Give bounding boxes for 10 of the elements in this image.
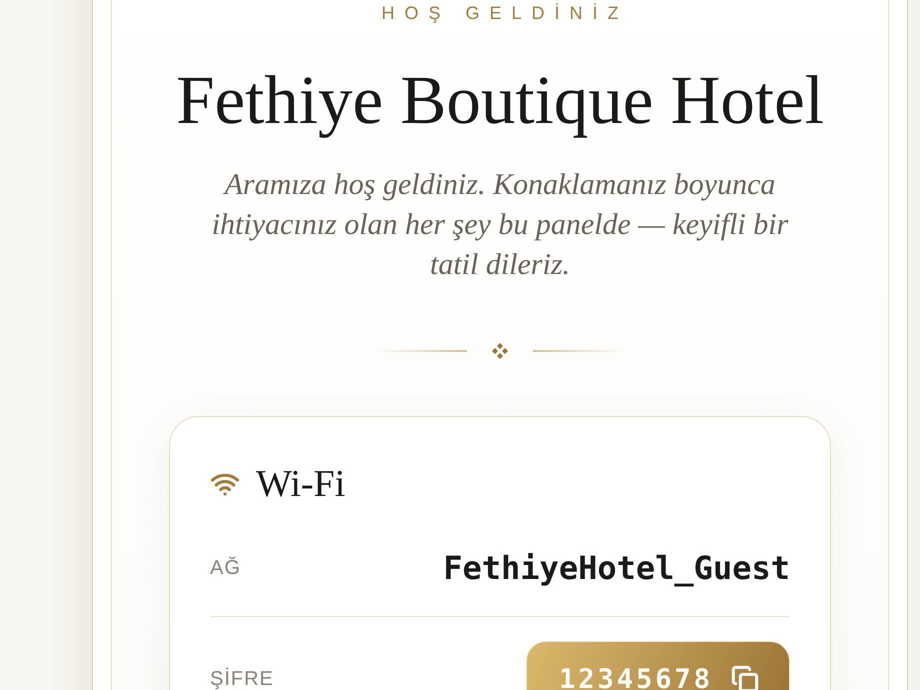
field-label: AĞ: [210, 556, 241, 580]
hotel-title: Fethiye Boutique Hotel: [176, 64, 824, 136]
copy-icon: [731, 665, 759, 690]
field-label: ŞİFRE: [210, 668, 274, 690]
wifi-title: Wi-Fi: [256, 464, 346, 504]
welcome-message: Aramıza hoş geldiniz. Konaklamanız boyunca ihtiyacınız olan her şey bu panelde — keyifli bir tatil dileriz.: [210, 167, 790, 283]
network-name: FethiyeHotel_Guest: [443, 549, 790, 587]
ornament-icon: [492, 343, 508, 359]
copy-password-button[interactable]: 12345678: [526, 641, 790, 690]
welcome-eyebrow: HOŞ GELDİNİZ: [380, 2, 629, 24]
